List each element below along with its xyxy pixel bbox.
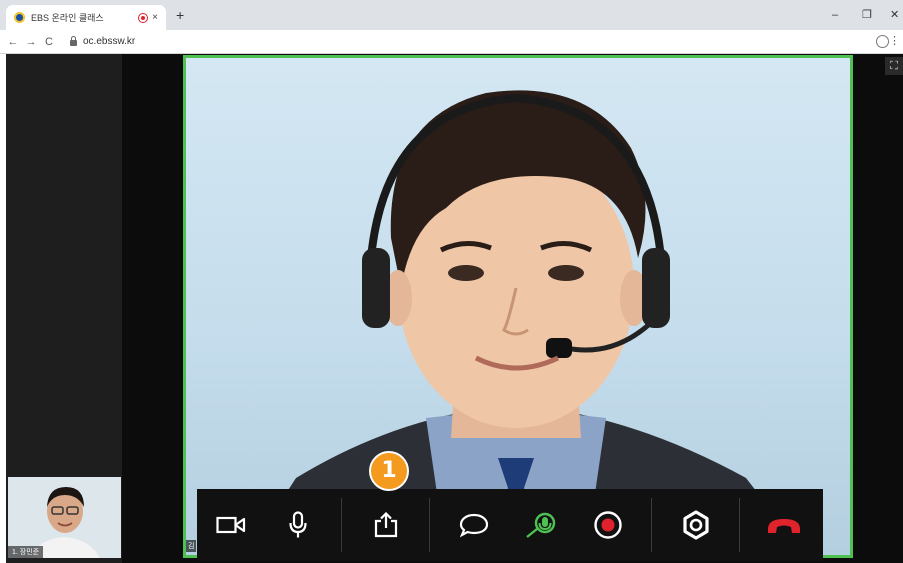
close-window-button[interactable]: ✕ (890, 9, 899, 21)
lock-icon (70, 35, 77, 46)
hang-up-button[interactable] (750, 489, 817, 561)
microphone-icon (288, 511, 307, 538)
address-bar: ← → C oc.ebssw.kr ⋮ (0, 30, 903, 54)
share-screen-icon (374, 512, 397, 538)
call-toolbar (197, 489, 823, 561)
participant-name: 1. 장민준 (8, 546, 44, 558)
share-screen-button[interactable] (352, 489, 419, 561)
step-badge: 1 (369, 451, 409, 491)
main-speaker-label: 김 (186, 540, 197, 552)
toolbar-divider (651, 498, 652, 552)
browser-menu-button[interactable]: ⋮ (889, 34, 900, 47)
settings-button[interactable] (662, 489, 729, 561)
main-video (183, 55, 853, 558)
tab-title: EBS 온라인 클래스 (31, 13, 104, 23)
tab-close-button[interactable]: × (152, 12, 158, 23)
chat-icon (459, 513, 488, 538)
speaker-image (246, 90, 806, 555)
participant-thumbnail[interactable]: 1. 장민준 (8, 477, 121, 558)
ebs-favicon-icon (14, 12, 25, 23)
mic-toggle-button[interactable] (264, 489, 331, 561)
toolbar-divider (739, 498, 740, 552)
browser-tab-bar: EBS 온라인 클래스 × + – ❐ ✕ (0, 0, 903, 30)
record-icon (593, 511, 622, 539)
fullscreen-button[interactable]: ⛶ (885, 57, 903, 75)
minimize-button[interactable]: – (832, 9, 838, 21)
new-tab-button[interactable]: + (176, 8, 184, 22)
settings-icon (682, 510, 709, 540)
recording-indicator-icon (138, 12, 149, 23)
speaker-mic-icon (525, 512, 555, 538)
toolbar-divider (341, 498, 342, 552)
record-button[interactable] (574, 489, 641, 561)
url-field[interactable]: oc.ebssw.kr (83, 36, 135, 47)
restore-button[interactable]: ❐ (862, 9, 872, 21)
forward-button[interactable]: → (22, 36, 40, 48)
reload-button[interactable]: C (40, 36, 58, 48)
speaker-mic-button[interactable] (507, 489, 574, 561)
video-camera-icon (215, 516, 245, 534)
back-button[interactable]: ← (4, 36, 22, 48)
camera-toggle-button[interactable] (197, 489, 264, 561)
browser-tab[interactable]: EBS 온라인 클래스 × (6, 5, 166, 30)
toolbar-divider (429, 498, 430, 552)
chat-button[interactable] (440, 489, 507, 561)
account-icon[interactable] (876, 35, 889, 48)
hang-up-icon (767, 519, 800, 533)
